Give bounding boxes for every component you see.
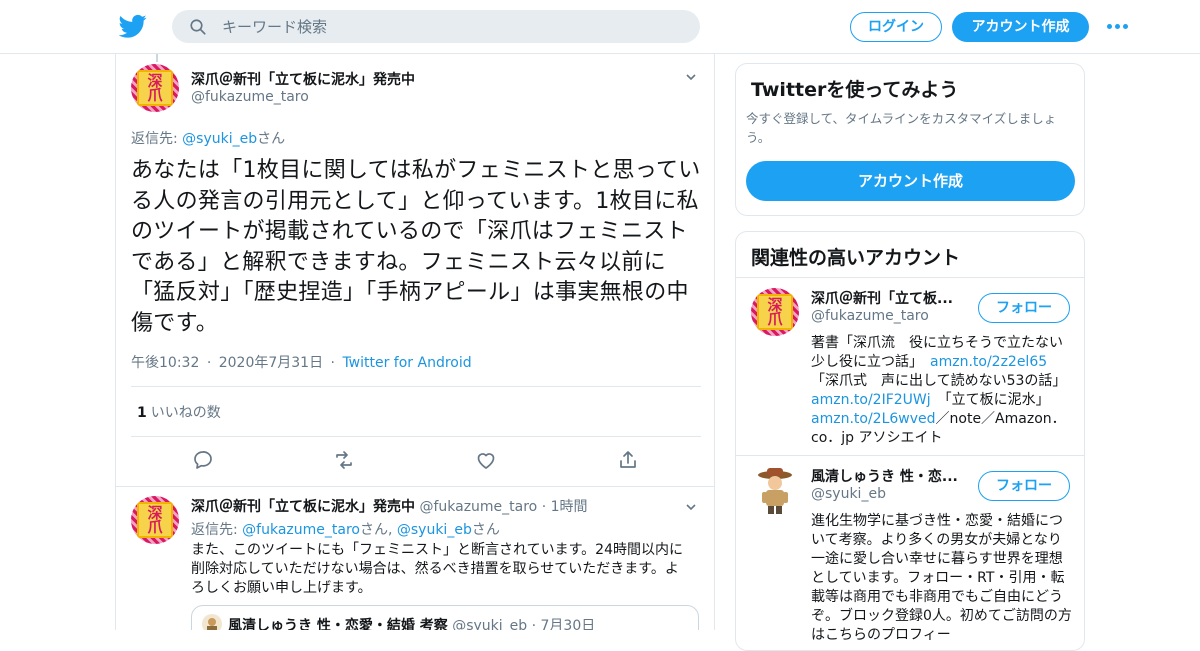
divider bbox=[736, 455, 1084, 456]
tweet-time-ago[interactable]: 1時間 bbox=[551, 499, 588, 515]
reply-separator: さん, bbox=[359, 522, 397, 538]
signup-card-subtitle: 今すぐ登録して、タイムラインをカスタマイズしましょう。 bbox=[746, 111, 1057, 145]
avatar bbox=[202, 614, 222, 630]
author-name[interactable]: 深爪＠新刊「立て板に泥水」発売中 bbox=[191, 69, 415, 89]
login-button[interactable]: ログイン bbox=[850, 12, 942, 42]
avatar-char: 爪 bbox=[147, 86, 163, 104]
avatar-char: 爪 bbox=[147, 518, 163, 536]
chevron-down-icon[interactable] bbox=[685, 501, 697, 513]
avatar[interactable]: 深爪 bbox=[131, 496, 179, 544]
quoted-tweet-header: 風清しゅうき 性・恋愛・結婚 考察 @syuki_eb · 7月30日 bbox=[228, 615, 595, 630]
like-icon[interactable] bbox=[474, 448, 498, 472]
divider bbox=[131, 436, 701, 437]
reply-tweet[interactable]: 深爪 深爪＠新刊「立て板に泥水」発売中 @fukazume_taro · 1時間… bbox=[116, 486, 714, 630]
signup-card: Twitterを使ってみよう 今すぐ登録して、タイムラインをカスタマイズしましょ… bbox=[735, 63, 1085, 216]
account-bio: 進化生物学に基づき性・恋愛・結婚について考察。より多くの男女が夫婦となり一途に愛… bbox=[811, 513, 1072, 643]
like-label: いいねの数 bbox=[150, 405, 221, 421]
reply-suffix: さん bbox=[257, 131, 286, 147]
chevron-down-icon[interactable] bbox=[685, 71, 697, 83]
related-accounts-card: 関連性の高いアカウント 深爪 深爪＠新刊「立て板... @fukazume_ta… bbox=[735, 231, 1085, 651]
tweet-date[interactable]: 2020年7月31日 bbox=[219, 355, 323, 371]
divider bbox=[736, 277, 1084, 278]
reply-icon[interactable] bbox=[191, 448, 215, 472]
tweet-metadata: 午後10:32 · 2020年7月31日 · Twitter for Andro… bbox=[131, 355, 472, 371]
like-count: 1 bbox=[137, 405, 147, 421]
search-input[interactable] bbox=[222, 10, 682, 43]
thread-connector bbox=[156, 54, 158, 62]
bio-text: 「深爪式 声に出して読めない53の話」 bbox=[811, 373, 1067, 389]
signup-card-title: Twitterを使ってみよう bbox=[751, 79, 959, 101]
avatar[interactable] bbox=[751, 466, 799, 514]
related-account[interactable]: 深爪 深爪＠新刊「立て板... @fukazume_taro フォロー 著書「深… bbox=[736, 288, 1084, 454]
avatar[interactable]: 深爪 bbox=[131, 64, 179, 112]
tweet-detail-column: 深爪 深爪＠新刊「立て板に泥水」発売中 @fukazume_taro 返信先: … bbox=[115, 54, 715, 630]
reply-prefix: 返信先: bbox=[131, 131, 183, 147]
reply-handle-link[interactable]: @syuki_eb bbox=[397, 522, 472, 538]
search-box[interactable] bbox=[172, 10, 700, 43]
signup-card-button[interactable]: アカウント作成 bbox=[746, 161, 1075, 201]
follow-button[interactable]: フォロー bbox=[978, 293, 1070, 323]
quoted-date: 7月30日 bbox=[540, 618, 596, 630]
account-handle[interactable]: @fukazume_taro bbox=[811, 308, 929, 324]
reply-suffix: さん bbox=[471, 522, 500, 538]
likes-stat[interactable]: 1 いいねの数 bbox=[137, 402, 221, 422]
follow-button[interactable]: フォロー bbox=[978, 471, 1070, 501]
author-handle[interactable]: @fukazume_taro bbox=[419, 499, 537, 515]
avatar-char: 爪 bbox=[767, 310, 783, 328]
account-name[interactable]: 風清しゅうき 性・恋... bbox=[811, 466, 958, 486]
bio-link[interactable]: amzn.to/2z2el65 bbox=[930, 354, 1047, 370]
account-handle[interactable]: @syuki_eb bbox=[811, 486, 886, 502]
divider bbox=[131, 386, 701, 387]
related-account[interactable]: 風清しゅうき 性・恋... @syuki_eb フォロー 進化生物学に基づき性・… bbox=[736, 466, 1084, 646]
bio-text: 「立て板に泥水」 bbox=[930, 392, 1050, 408]
reply-to-line: 返信先: @syuki_ebさん bbox=[131, 128, 285, 148]
twitter-bird-icon[interactable] bbox=[119, 12, 147, 40]
tweet-text: また、このツイートにも「フェミニスト」と断言されています。24時間以内に削除対応… bbox=[191, 542, 683, 596]
avatar[interactable]: 深爪 bbox=[751, 288, 799, 336]
reply-tweet-header: 深爪＠新刊「立て板に泥水」発売中 @fukazume_taro · 1時間 bbox=[191, 499, 588, 515]
top-navigation-bar: ログイン アカウント作成 bbox=[0, 0, 1200, 54]
bio-link[interactable]: amzn.to/2L6wved bbox=[811, 411, 936, 427]
author-name[interactable]: 深爪＠新刊「立て板に泥水」発売中 bbox=[191, 499, 415, 515]
share-icon[interactable] bbox=[616, 448, 640, 472]
quoted-author-name: 風清しゅうき 性・恋愛・結婚 考察 bbox=[228, 618, 448, 630]
reply-handle-link[interactable]: @fukazume_taro bbox=[242, 522, 360, 538]
more-dots-icon[interactable] bbox=[1107, 24, 1131, 30]
account-bio: 著書「深爪流 役に立ちそうで立たない少し役に立つ話」 amzn.to/2z2el… bbox=[811, 334, 1073, 448]
account-name[interactable]: 深爪＠新刊「立て板... bbox=[811, 288, 953, 308]
search-icon bbox=[190, 19, 206, 35]
tweet-time[interactable]: 午後10:32 bbox=[131, 355, 199, 371]
tweet-actions bbox=[116, 448, 714, 472]
reply-prefix: 返信先: bbox=[191, 522, 243, 538]
tweet-source-link[interactable]: Twitter for Android bbox=[342, 355, 471, 371]
quoted-author-handle: @syuki_eb bbox=[452, 618, 528, 630]
bio-link[interactable]: amzn.to/2IF2UWj bbox=[811, 392, 931, 408]
signup-button[interactable]: アカウント作成 bbox=[952, 12, 1089, 42]
quoted-tweet[interactable]: 風清しゅうき 性・恋愛・結婚 考察 @syuki_eb · 7月30日 bbox=[191, 605, 699, 630]
author-handle[interactable]: @fukazume_taro bbox=[191, 89, 309, 105]
reply-handle-link[interactable]: @syuki_eb bbox=[182, 131, 257, 147]
related-accounts-title: 関連性の高いアカウント bbox=[751, 247, 961, 269]
tweet-text: あなたは「1枚目に関しては私がフェミニストと思っている人の発言の引用元として」と… bbox=[131, 158, 701, 336]
retweet-icon[interactable] bbox=[332, 448, 356, 472]
reply-to-line: 返信先: @fukazume_taroさん, @syuki_ebさん bbox=[191, 519, 500, 539]
